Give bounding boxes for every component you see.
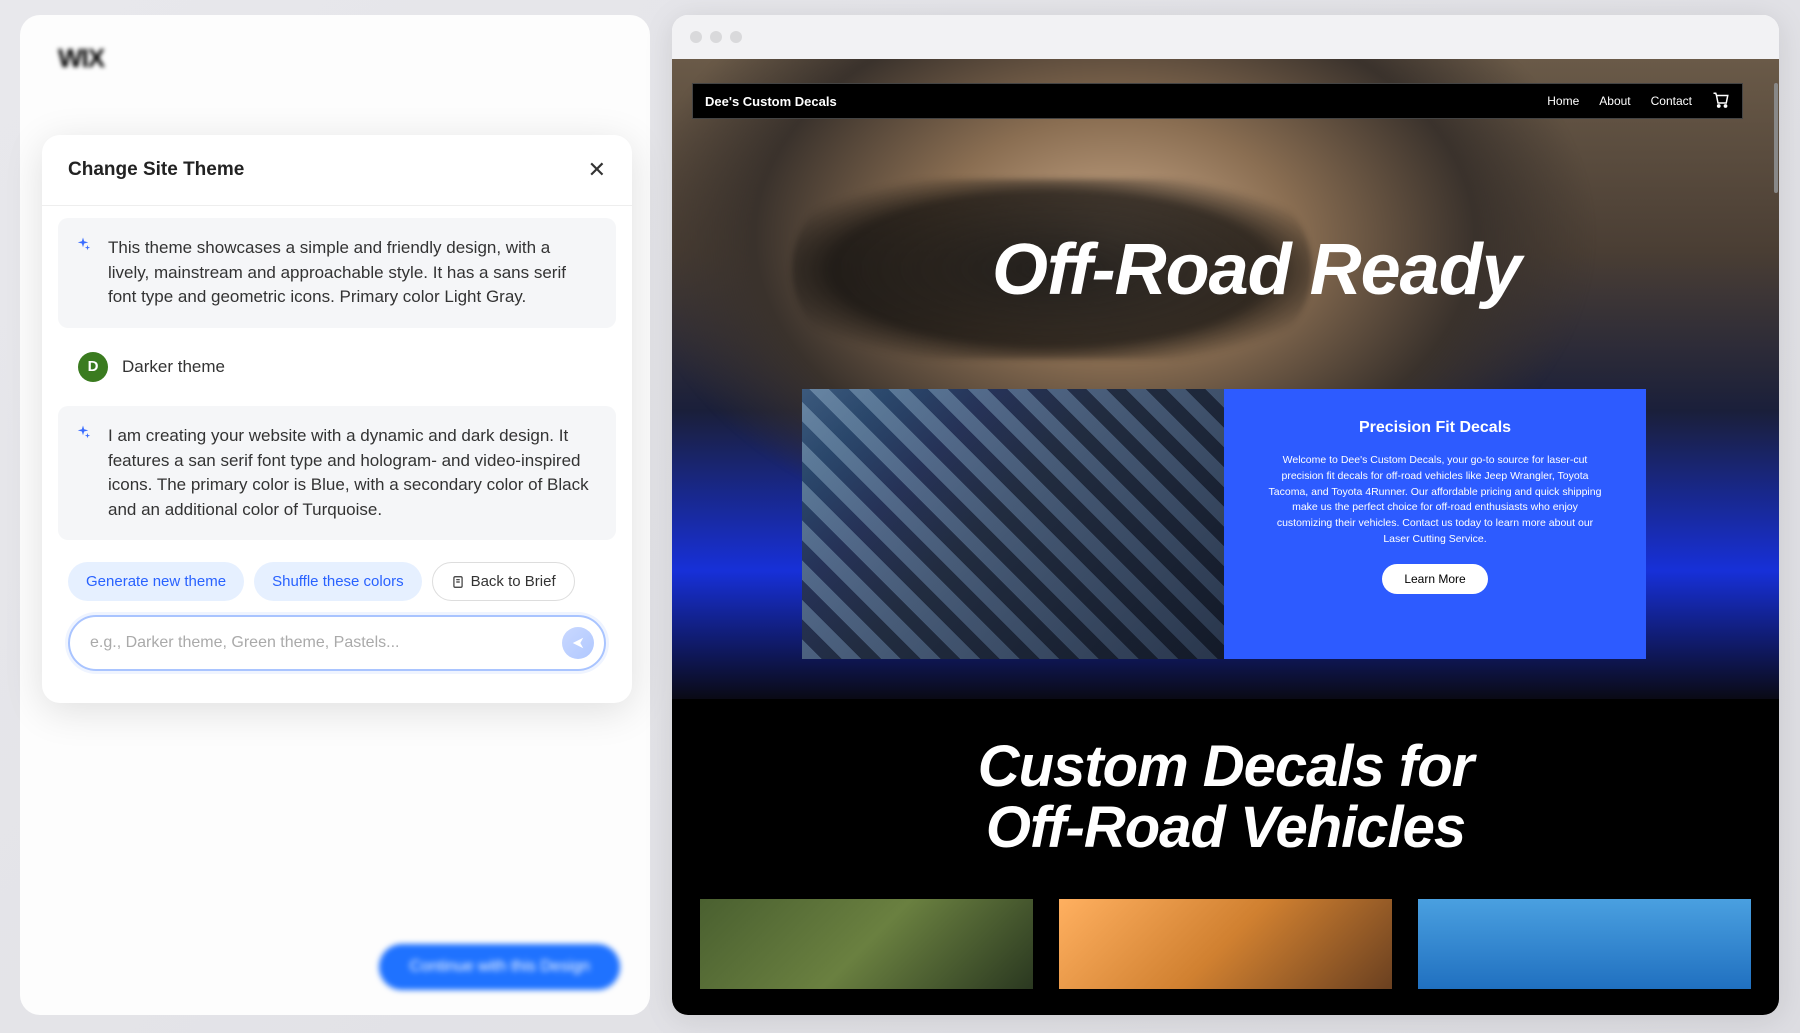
dialog-body: This theme showcases a simple and friend… — [42, 218, 632, 703]
user-message-row: D Darker theme — [58, 328, 616, 394]
hero-info-group: Precision Fit Decals Welcome to Dee's Cu… — [802, 389, 1646, 659]
preview-browser: Dee's Custom Decals Home About Contact O… — [672, 15, 1779, 1015]
user-avatar: D — [78, 352, 108, 382]
section2-title-line2: Off-Road Vehicles — [700, 798, 1751, 859]
info-box: Precision Fit Decals Welcome to Dee's Cu… — [1224, 389, 1646, 659]
document-icon — [451, 575, 465, 589]
info-text: Welcome to Dee's Custom Decals, your go-… — [1264, 453, 1606, 548]
product-card-row — [700, 899, 1751, 989]
close-icon: ✕ — [588, 157, 606, 182]
scrollbar-thumb[interactable] — [1774, 83, 1778, 193]
site-preview[interactable]: Dee's Custom Decals Home About Contact O… — [672, 59, 1779, 1015]
dialog-actions: Generate new theme Shuffle these colors … — [58, 540, 616, 615]
sparkle-icon — [74, 424, 92, 442]
dialog-header: Change Site Theme ✕ — [42, 135, 632, 206]
cart-icon[interactable] — [1712, 91, 1730, 112]
ai-message-card: This theme showcases a simple and friend… — [58, 218, 616, 328]
ai-message-text: I am creating your website with a dynami… — [108, 424, 596, 523]
brand-logo: WIX — [58, 43, 612, 74]
theme-input-wrap[interactable] — [68, 615, 606, 671]
decals-section: Custom Decals for Off-Road Vehicles — [672, 699, 1779, 1015]
dialog-title: Change Site Theme — [68, 159, 244, 181]
site-logo[interactable]: Dee's Custom Decals — [705, 94, 837, 109]
send-icon — [571, 636, 585, 650]
sparkle-icon — [74, 236, 92, 254]
info-heading: Precision Fit Decals — [1359, 419, 1511, 437]
section2-title-line1: Custom Decals for — [700, 737, 1751, 798]
traffic-light-icon — [690, 31, 702, 43]
back-to-brief-button[interactable]: Back to Brief — [432, 562, 575, 601]
traffic-light-icon — [710, 31, 722, 43]
theme-input[interactable] — [90, 634, 562, 652]
site-nav-links: Home About Contact — [1547, 91, 1730, 112]
nav-link-about[interactable]: About — [1599, 94, 1630, 108]
change-theme-dialog: Change Site Theme ✕ This theme showcases… — [42, 135, 632, 703]
shuffle-colors-button[interactable]: Shuffle these colors — [254, 562, 421, 601]
nav-link-contact[interactable]: Contact — [1651, 94, 1692, 108]
ai-message-card: I am creating your website with a dynami… — [58, 406, 616, 541]
ai-message-text: This theme showcases a simple and friend… — [108, 236, 596, 310]
continue-button[interactable]: Continue with this Design — [379, 944, 620, 990]
hero-title: Off-Road Ready — [992, 229, 1521, 311]
hero-section: Dee's Custom Decals Home About Contact O… — [672, 59, 1779, 699]
generate-theme-button[interactable]: Generate new theme — [68, 562, 244, 601]
nav-link-home[interactable]: Home — [1547, 94, 1579, 108]
back-to-brief-label: Back to Brief — [471, 573, 556, 590]
site-navbar: Dee's Custom Decals Home About Contact — [692, 83, 1743, 119]
learn-more-button[interactable]: Learn More — [1382, 564, 1487, 594]
product-card[interactable] — [700, 899, 1033, 989]
user-message-text: Darker theme — [122, 357, 225, 377]
browser-chrome — [672, 15, 1779, 59]
section2-title: Custom Decals for Off-Road Vehicles — [700, 737, 1751, 859]
close-button[interactable]: ✕ — [588, 157, 606, 183]
product-card[interactable] — [1418, 899, 1751, 989]
send-button[interactable] — [562, 627, 594, 659]
product-card[interactable] — [1059, 899, 1392, 989]
pattern-image — [802, 389, 1224, 659]
theme-input-row — [58, 615, 616, 687]
traffic-light-icon — [730, 31, 742, 43]
